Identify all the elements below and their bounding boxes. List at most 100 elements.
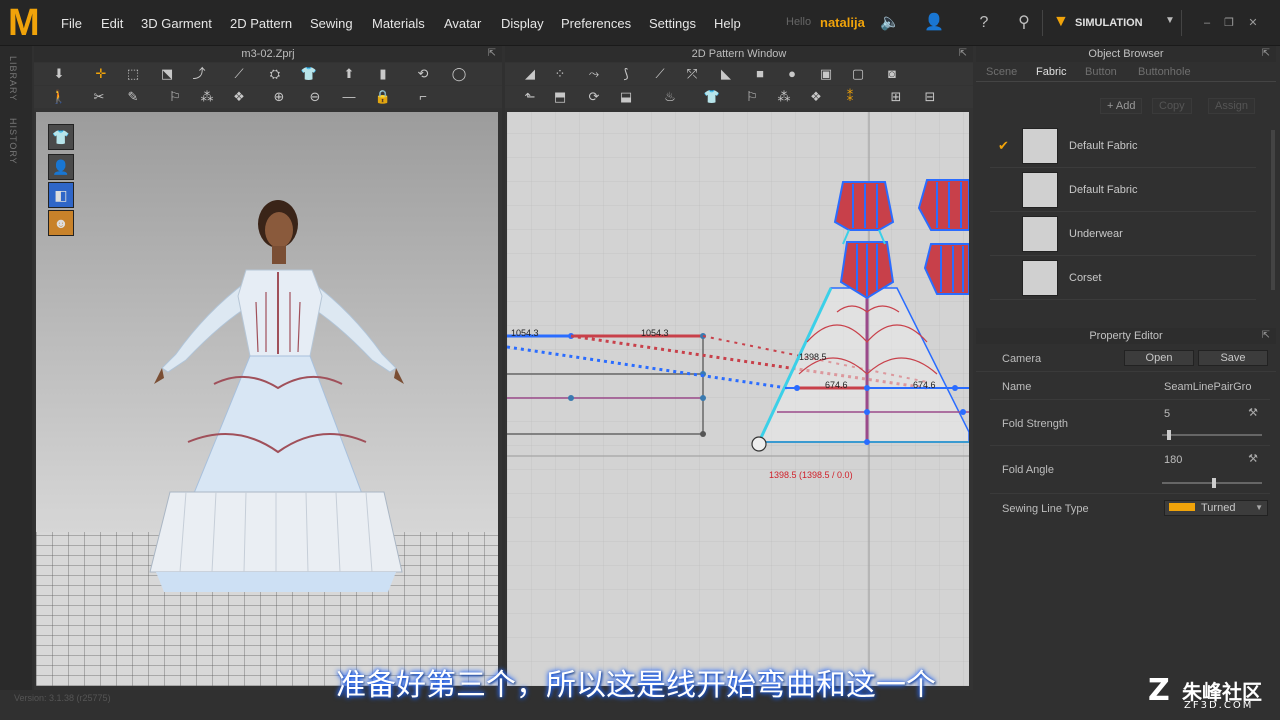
tab-button[interactable]: Button — [1085, 66, 1117, 78]
line-tool-icon[interactable]: ⟋ — [230, 66, 248, 82]
move-down-icon[interactable]: ⬇ — [50, 66, 68, 82]
stitch-icon[interactable]: ⁂ — [198, 89, 216, 105]
fabric-list-item[interactable]: Default Fabric — [990, 170, 1256, 212]
menu-settings[interactable]: Settings — [649, 16, 696, 31]
tab-scene[interactable]: Scene — [986, 66, 1017, 78]
sewing-icon[interactable]: ⚐ — [166, 89, 184, 105]
add-point-icon[interactable]: ⟋ — [651, 66, 669, 82]
lock-icon[interactable]: 🔒 — [374, 89, 392, 105]
help-icon[interactable]: ? — [974, 13, 994, 33]
wrench-icon[interactable]: ⚒ — [1248, 452, 1258, 465]
save-button[interactable]: Save — [1198, 350, 1268, 366]
avatar-render-icon[interactable]: ☻ — [48, 210, 74, 236]
maximize-icon[interactable]: ⇱ — [1262, 48, 1270, 59]
minimize-icon[interactable]: – — [1200, 17, 1214, 29]
garment-tool-icon[interactable]: ⛭ — [266, 66, 284, 82]
close-icon[interactable]: ✕ — [1246, 17, 1260, 29]
open-button[interactable]: Open — [1124, 350, 1194, 366]
fabric-list-item[interactable]: ✔ Default Fabric — [990, 126, 1256, 168]
curvature-icon[interactable]: ⟆ — [617, 66, 635, 82]
trace-icon[interactable]: ⬑ — [521, 89, 539, 105]
menu-materials[interactable]: Materials — [372, 16, 425, 31]
menu-help[interactable]: Help — [714, 16, 741, 31]
slider-thumb[interactable] — [1212, 478, 1216, 488]
user-name[interactable]: natalija — [820, 15, 865, 30]
stitch-icon[interactable]: ⁂ — [775, 89, 793, 105]
restore-icon[interactable]: ❐ — [1222, 17, 1236, 29]
dash-tool-icon[interactable]: — — [340, 89, 358, 105]
tab-library[interactable]: LIBRARY — [8, 56, 18, 101]
fold-icon[interactable]: ⤴ — [190, 66, 208, 82]
tape-icon[interactable]: ⟲ — [414, 66, 432, 82]
edit-point-icon[interactable]: ⁘ — [551, 66, 569, 82]
simulation-toggle[interactable]: ▼ SIMULATION ▼ — [1042, 10, 1182, 36]
transform-icon[interactable]: ⬔ — [158, 66, 176, 82]
pin-icon[interactable]: ⬆ — [340, 66, 358, 82]
internal-rect-icon[interactable]: ▢ — [849, 66, 867, 82]
measure-icon[interactable]: ◯ — [450, 66, 468, 82]
shirt-icon[interactable]: 👕 — [300, 66, 318, 82]
seam-icon[interactable]: ⬒ — [551, 89, 569, 105]
dart-icon[interactable]: ⟳ — [585, 89, 603, 105]
internal-polygon-icon[interactable]: ▣ — [817, 66, 835, 82]
menu-display[interactable]: Display — [501, 16, 544, 31]
fabric-list-item[interactable]: Corset — [990, 258, 1256, 300]
hanger-icon[interactable]: ⚲ — [1014, 13, 1034, 33]
fabric-list-item[interactable]: Underwear — [990, 214, 1256, 256]
fold-strength-value[interactable]: 5 — [1164, 408, 1170, 420]
curve-point-icon[interactable]: ⤳ — [585, 66, 603, 82]
pin-icon[interactable]: ⚐ — [743, 89, 761, 105]
name-value[interactable]: SeamLinePairGro — [1164, 381, 1251, 393]
fold-angle-slider[interactable] — [1162, 478, 1262, 488]
menu-edit[interactable]: Edit — [101, 16, 123, 31]
fold-angle-value[interactable]: 180 — [1164, 454, 1182, 466]
menu-preferences[interactable]: Preferences — [561, 16, 631, 31]
assign-button[interactable]: Assign — [1208, 98, 1256, 114]
copy-button[interactable]: Copy — [1152, 98, 1192, 114]
garment-visibility-icon[interactable]: 👕 — [48, 124, 74, 150]
fold-strength-slider[interactable] — [1162, 430, 1262, 440]
maximize-icon[interactable]: ⇱ — [488, 48, 496, 59]
split-icon[interactable]: ⤱ — [683, 66, 701, 82]
ruler-icon[interactable]: ⌐ — [414, 89, 432, 105]
select-box-icon[interactable]: ⬚ — [124, 66, 142, 82]
internal-circle-icon[interactable]: ◙ — [883, 66, 901, 82]
pleat-icon[interactable]: ⬓ — [617, 89, 635, 105]
avatar-pose-icon[interactable]: 🚶 — [50, 89, 68, 105]
maximize-icon[interactable]: ⇱ — [959, 48, 967, 59]
3d-viewport[interactable]: 👕 👤 ◧ ☻ — [36, 112, 498, 686]
menu-avatar[interactable]: Avatar — [444, 16, 481, 31]
polygon-icon[interactable]: ◣ — [717, 66, 735, 82]
speaker-icon[interactable]: 🔈 — [880, 13, 900, 33]
menu-3d-garment[interactable]: 3D Garment — [141, 16, 212, 31]
circle-icon[interactable]: ● — [783, 66, 801, 82]
menu-file[interactable]: File — [61, 16, 82, 31]
tab-fabric[interactable]: Fabric — [1036, 66, 1067, 78]
brush-icon[interactable]: ✎ — [124, 89, 142, 105]
chevron-down-icon[interactable]: ▼ — [1165, 15, 1175, 26]
menu-2d-pattern[interactable]: 2D Pattern — [230, 16, 292, 31]
avatar-visibility-icon[interactable]: 👤 — [48, 154, 74, 180]
add-point-icon[interactable]: ⊕ — [270, 89, 288, 105]
iron-icon[interactable]: ♨ — [661, 89, 679, 105]
arrange-icon[interactable]: ▮ — [374, 66, 392, 82]
grain-icon[interactable]: ⊞ — [887, 89, 905, 105]
maximize-icon[interactable]: ⇱ — [1262, 330, 1270, 341]
texture-icon[interactable]: ❖ — [807, 89, 825, 105]
circle-tool-icon[interactable]: ⊖ — [306, 89, 324, 105]
sewing-icon[interactable]: ⁑ — [841, 89, 859, 105]
fabric-list-scrollbar[interactable] — [1271, 130, 1275, 290]
avatar-model[interactable] — [126, 192, 426, 592]
fabric-render-icon[interactable]: ◧ — [48, 182, 74, 208]
wrench-icon[interactable]: ⚒ — [1248, 406, 1258, 419]
tack-icon[interactable]: ✂ — [90, 89, 108, 105]
slider-thumb[interactable] — [1167, 430, 1171, 440]
texture-icon[interactable]: ❖ — [230, 89, 248, 105]
symmetry-icon[interactable]: ⊟ — [921, 89, 939, 105]
shirt-icon[interactable]: 👕 — [703, 89, 721, 105]
segment-tool-icon[interactable]: ◢ — [521, 66, 539, 82]
sewing-line-type-dropdown[interactable]: Turned ▼ — [1164, 500, 1268, 516]
2d-pattern-canvas[interactable]: 1054.3 1054.3 1398.5 674.6 674.6 1398.5 … — [507, 112, 969, 686]
add-button[interactable]: + Add — [1100, 98, 1143, 114]
tab-history[interactable]: HISTORY — [8, 118, 18, 165]
